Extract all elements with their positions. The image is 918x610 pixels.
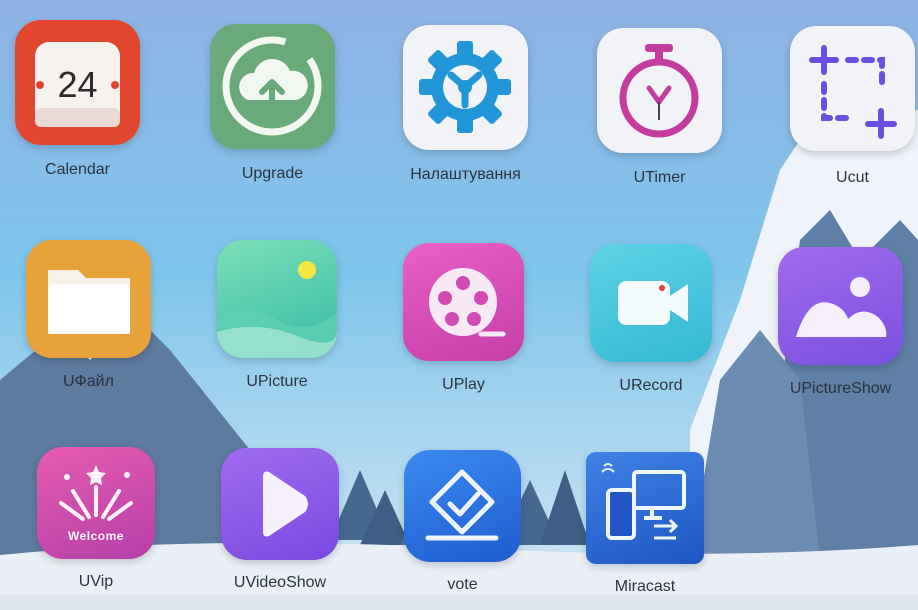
crop-icon [790,26,915,151]
cloud-upload-icon [210,24,335,149]
app-label-ucut: Ucut [836,169,869,186]
fireworks-icon: Welcome [37,447,155,559]
screen-mirror-icon [586,452,704,564]
app-calendar[interactable]: 24 Calendar [15,20,140,178]
app-label-upictureshow: UPictureShow [789,380,892,397]
app-label-miracast: Miracast [614,578,676,595]
app-label-upgrade: Upgrade [241,165,304,182]
film-reel-icon [403,243,524,361]
app-label-uvideoshow: UVideoShow [233,574,327,591]
folder-icon [26,240,151,358]
calendar-day-number: 24 [57,64,98,105]
video-camera-icon [590,244,712,362]
landscape-icon [217,240,337,358]
landscape-glyph [217,261,337,358]
app-ucut[interactable]: Ucut [790,26,915,186]
gear-glyph [419,41,511,133]
app-label-uvip: UVip [78,573,114,590]
app-miracast[interactable]: Miracast [586,452,704,602]
app-uplay[interactable]: UPlay [403,243,524,403]
app-settings[interactable]: Налаштування [403,25,528,185]
app-upicture[interactable]: UPicture [217,240,337,400]
app-upictureshow[interactable]: UPictureShow [778,247,903,407]
app-label-ufile: UФайл [63,373,114,390]
app-ufile[interactable]: UФайл [26,240,151,400]
calendar-icon: 24 [15,20,140,145]
video-camera-glyph [618,281,688,325]
app-label-utimer: UTimer [633,169,686,186]
launcher-home-screen: 24 Calendar Upgrade Налаштування UTimer … [0,0,918,610]
app-label-settings: Налаштування [410,166,521,183]
folder-glyph [48,270,130,334]
app-utimer[interactable]: UTimer [597,28,722,188]
app-label-urecord: URecord [619,377,683,394]
screen-mirror-glyph [601,463,686,540]
photo-glyph [796,277,887,337]
uvip-welcome-text: Welcome [68,529,124,543]
crop-glyph [809,45,897,139]
ballot-check-icon [404,450,521,562]
app-label-uplay: UPlay [442,376,485,393]
app-label-upicture: UPicture [246,373,308,390]
play-glyph [263,471,308,537]
app-vote[interactable]: vote [404,450,521,600]
app-uvip[interactable]: Welcome UVip [37,447,155,597]
stopwatch-icon [597,28,722,153]
app-label-vote: vote [447,576,478,593]
play-icon [221,448,339,560]
app-label-calendar: Calendar [45,161,110,178]
film-reel-glyph [429,268,506,337]
photo-icon [778,247,903,365]
ballot-check-glyph [425,469,499,541]
stopwatch-glyph [619,44,699,138]
app-uvideoshow[interactable]: UVideoShow [221,448,339,598]
cloud-upload-glyph [222,36,322,136]
app-urecord[interactable]: URecord [590,244,712,404]
app-upgrade[interactable]: Upgrade [210,24,335,184]
gear-icon [403,25,528,150]
